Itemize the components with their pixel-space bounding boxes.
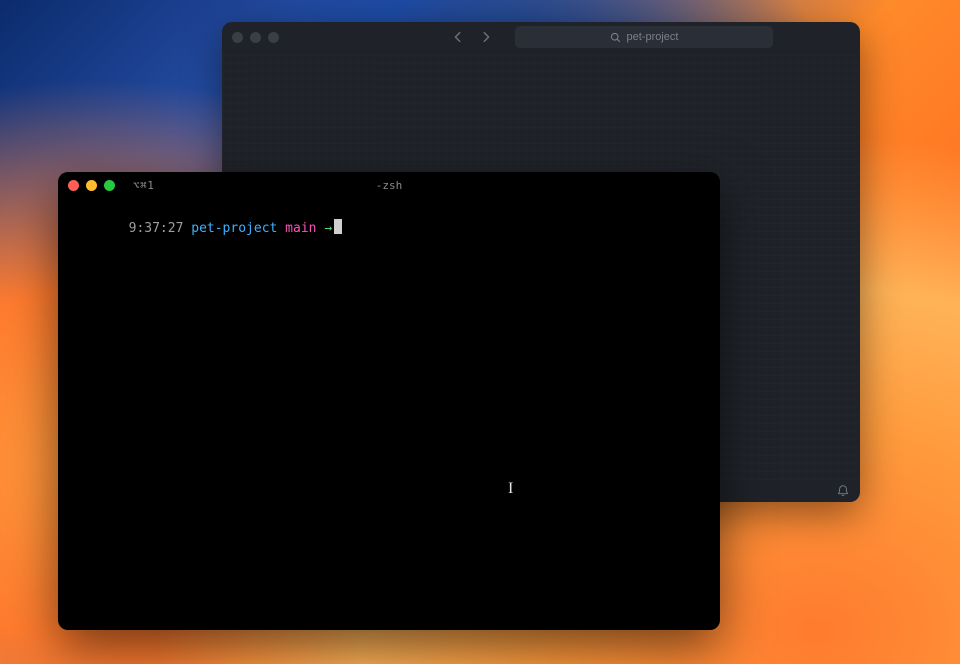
desktop-wallpaper: pet-project ⌥⌘1 -zsh 9:37:27 pet-project… (0, 0, 960, 664)
terminal-title: -zsh (58, 179, 720, 192)
nav-forward-button[interactable] (477, 28, 495, 46)
prompt-branch: main (285, 221, 316, 236)
nav-back-button[interactable] (449, 28, 467, 46)
arrow-left-icon (451, 30, 465, 44)
terminal-tab-label: ⌥⌘1 (133, 179, 154, 192)
editor-search-placeholder: pet-project (627, 31, 679, 43)
bell-icon[interactable] (836, 484, 850, 498)
search-icon (610, 32, 621, 43)
editor-traffic-lights (232, 32, 279, 43)
prompt-arrow: → (324, 221, 332, 236)
terminal-window[interactable]: ⌥⌘1 -zsh 9:37:27 pet-project main → I (58, 172, 720, 630)
terminal-body[interactable]: 9:37:27 pet-project main → I (58, 198, 720, 630)
zoom-icon[interactable] (104, 180, 115, 191)
editor-titlebar[interactable]: pet-project (222, 22, 860, 52)
prompt-dir: pet-project (191, 221, 277, 236)
minimize-icon[interactable] (250, 32, 261, 43)
editor-nav (449, 28, 495, 46)
zoom-icon[interactable] (268, 32, 279, 43)
minimize-icon[interactable] (86, 180, 97, 191)
close-icon[interactable] (68, 180, 79, 191)
prompt-time: 9:37:27 (129, 221, 184, 236)
terminal-traffic-lights (68, 180, 115, 191)
text-cursor-icon: I (508, 480, 513, 498)
terminal-caret (334, 219, 342, 234)
arrow-right-icon (479, 30, 493, 44)
terminal-titlebar[interactable]: ⌥⌘1 -zsh (58, 172, 720, 198)
close-icon[interactable] (232, 32, 243, 43)
editor-search[interactable]: pet-project (515, 26, 773, 48)
prompt-line: 9:37:27 pet-project main → (66, 204, 712, 251)
